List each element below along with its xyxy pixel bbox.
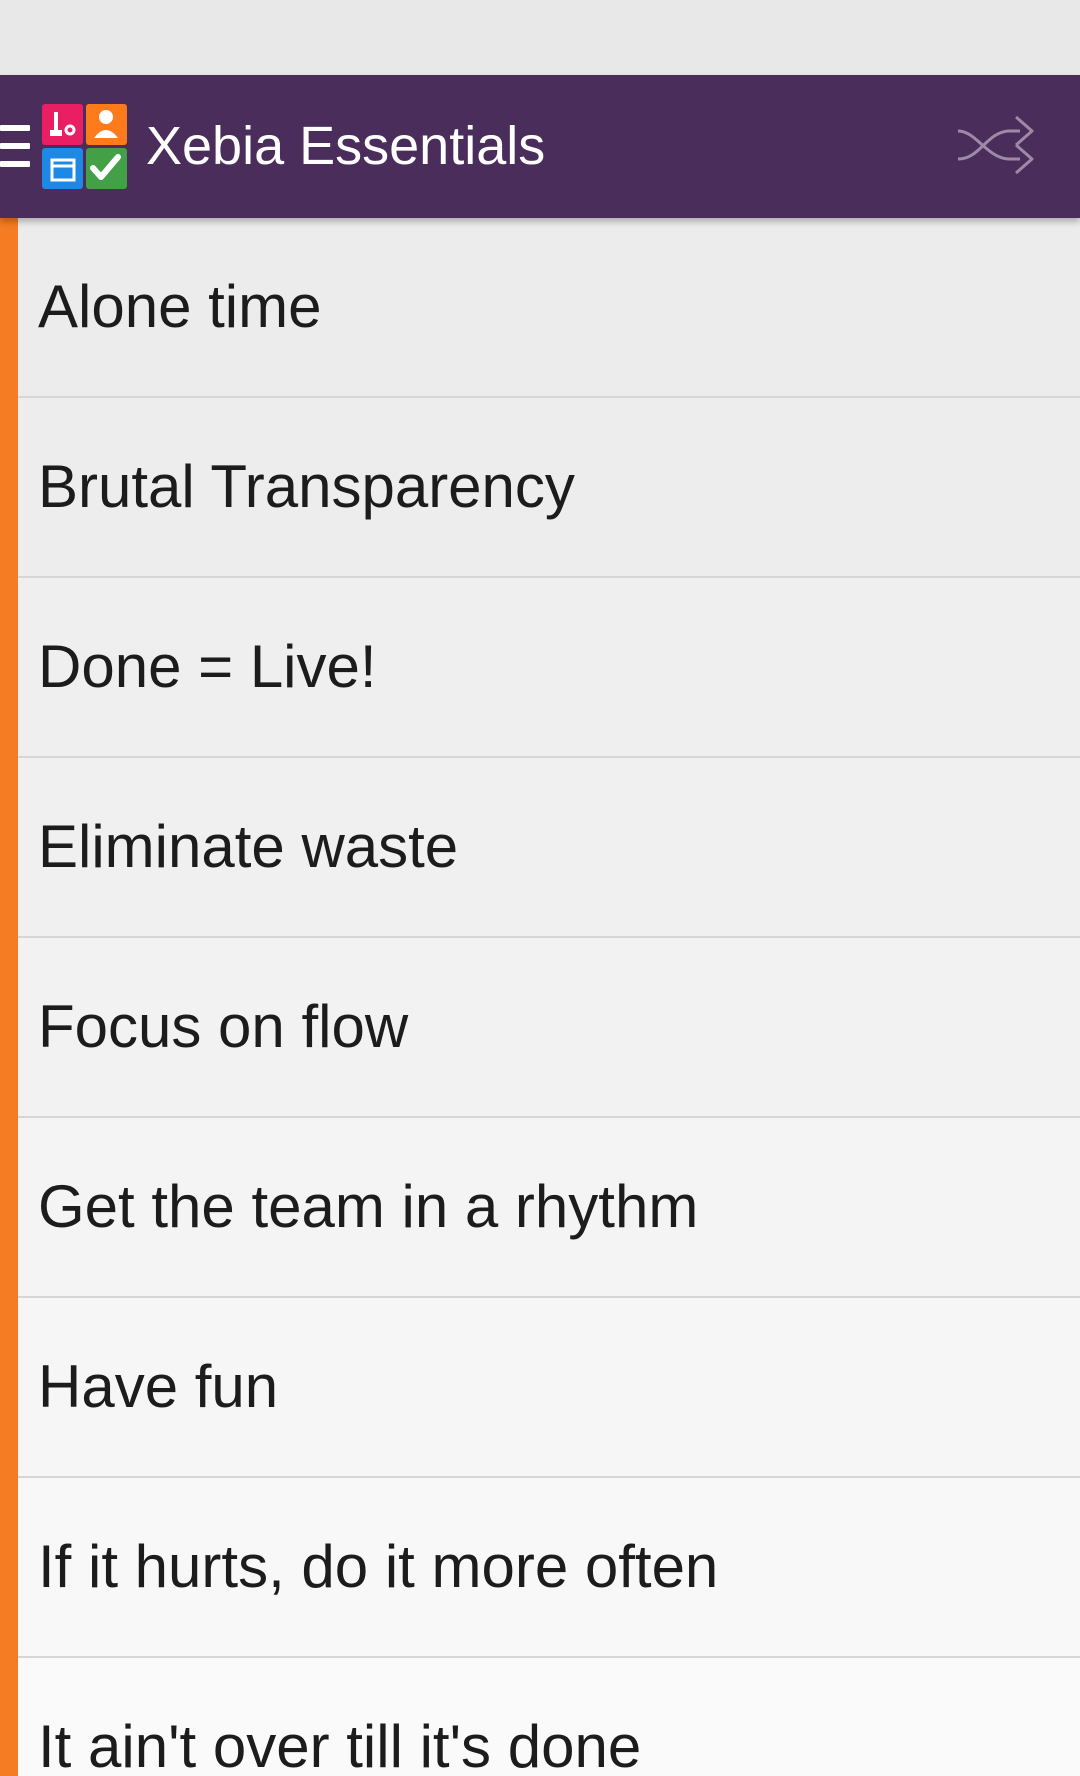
list-item[interactable]: Alone time — [18, 218, 1080, 398]
list-item-label: Get the team in a rhythm — [38, 1173, 699, 1240]
list-item[interactable]: Done = Live! — [18, 578, 1080, 758]
list-item[interactable]: If it hurts, do it more often — [18, 1478, 1080, 1658]
list-item-label: Focus on flow — [38, 993, 409, 1060]
list-item-label: Brutal Transparency — [38, 453, 575, 520]
list-item-label: Eliminate waste — [38, 813, 459, 880]
list-item[interactable]: Eliminate waste — [18, 758, 1080, 938]
list-item[interactable]: Focus on flow — [18, 938, 1080, 1118]
list-item[interactable]: Have fun — [18, 1298, 1080, 1478]
list-item-label: It ain't over till it's done — [38, 1713, 642, 1776]
list-item[interactable]: Get the team in a rhythm — [18, 1118, 1080, 1298]
app-title: Xebia Essentials — [146, 116, 546, 176]
accent-strip — [0, 218, 18, 1776]
list-item[interactable]: It ain't over till it's done — [18, 1658, 1080, 1776]
app-logo-icon[interactable] — [40, 102, 129, 191]
app-bar: Xebia Essentials — [0, 75, 1080, 218]
menu-icon[interactable] — [0, 125, 30, 167]
list-item-label: Done = Live! — [38, 633, 377, 700]
list-item[interactable]: Brutal Transparency — [18, 398, 1080, 578]
list-item-label: Have fun — [38, 1353, 279, 1420]
shuffle-icon — [957, 115, 1034, 175]
status-bar — [0, 0, 1080, 75]
list-item-label: Alone time — [38, 273, 322, 340]
shuffle-button[interactable] — [950, 105, 1040, 185]
list-item-label: If it hurts, do it more often — [38, 1533, 719, 1600]
essentials-list: Alone time Brutal Transparency Done = Li… — [0, 218, 1080, 1776]
